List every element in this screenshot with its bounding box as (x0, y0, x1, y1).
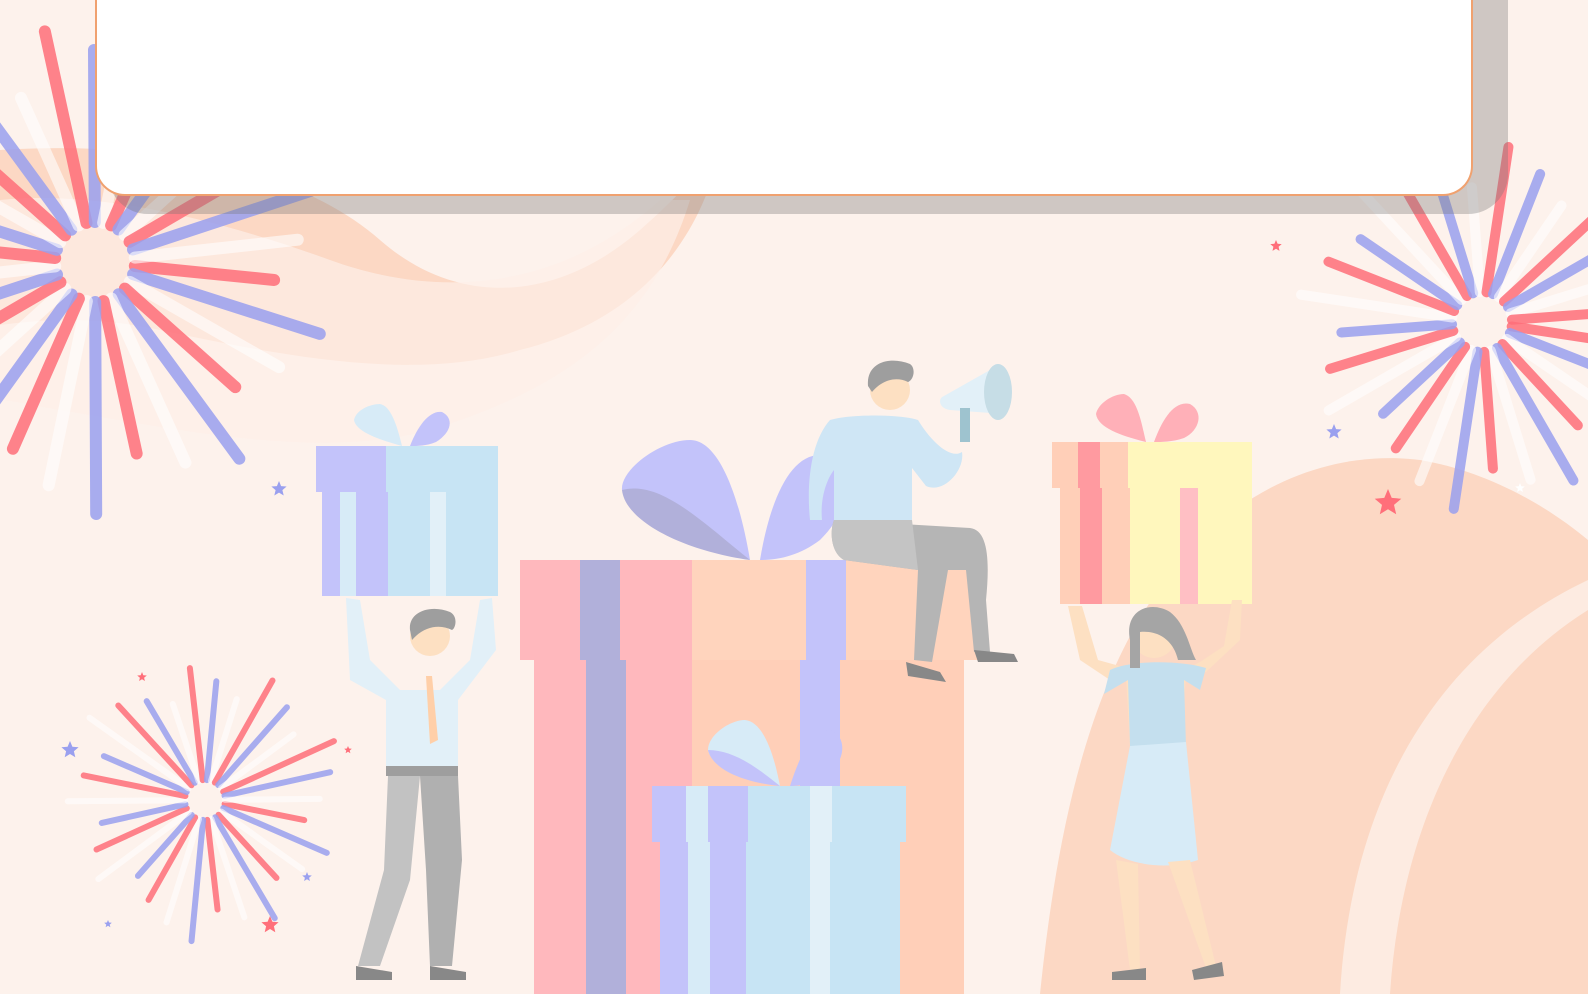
firework-bottom-left (64, 665, 337, 945)
star-icon (271, 481, 287, 496)
star-icon (104, 920, 112, 928)
star-icon (61, 741, 79, 758)
firework-ray (221, 795, 323, 803)
star-icon (137, 672, 147, 681)
star-icon (1270, 240, 1282, 251)
man-holding-blue-gift (316, 404, 498, 980)
firework-ray (89, 295, 103, 520)
firework-ray (64, 797, 189, 805)
star-icon (1326, 424, 1342, 439)
star-icon (1515, 483, 1525, 492)
star-icon (302, 872, 312, 881)
announcement-banner (95, 0, 1473, 196)
star-icon (344, 746, 352, 754)
